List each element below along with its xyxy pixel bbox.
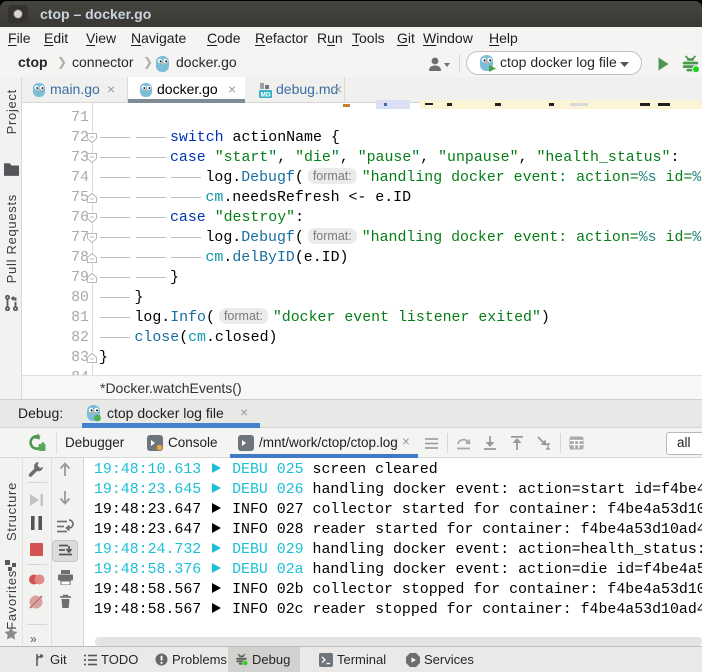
svg-text:MD: MD [260, 92, 270, 99]
